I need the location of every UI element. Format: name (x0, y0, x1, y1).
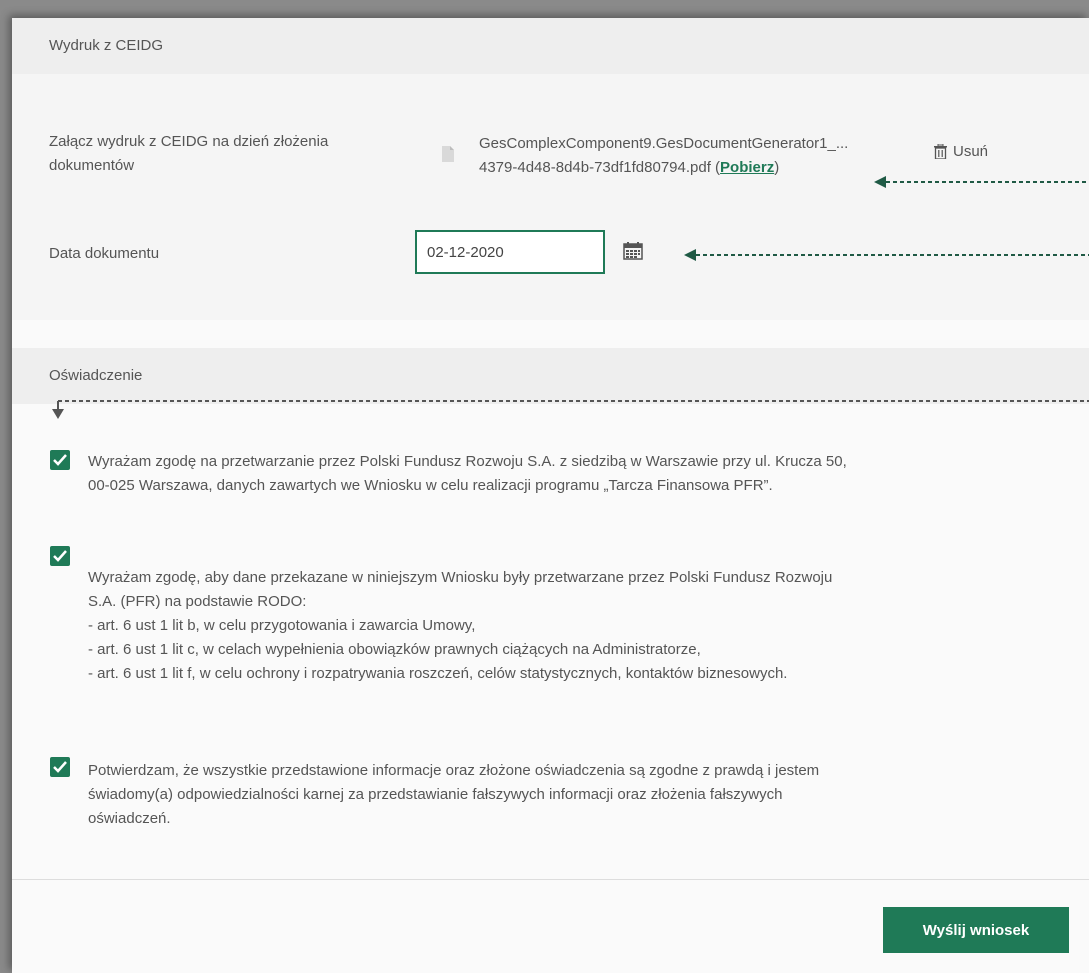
application-form: Wydruk z CEIDG Załącz wydruk z CEIDG na … (12, 18, 1089, 973)
consent-text-1: Wyrażam zgodę na przetwarzanie przez Pol… (88, 453, 847, 494)
attach-label: Załącz wydruk z CEIDG na dzień złożenia … (49, 133, 329, 174)
annotation-arrow-date (684, 249, 1089, 261)
file-name-close: ) (774, 159, 780, 176)
file-name-line2: 4379-4d48-8d4b-73df1fd80794.pdf (Pobierz… (479, 156, 929, 180)
ceidg-panel (12, 74, 1089, 320)
checkmark-icon (53, 761, 67, 773)
download-link[interactable]: Pobierz (720, 159, 774, 176)
trash-icon (934, 144, 947, 159)
attached-file-name: GesComplexComponent9.GesDocumentGenerato… (479, 132, 929, 180)
consent-text-2: Wyrażam zgodę, aby dane przekazane w nin… (88, 569, 833, 682)
calendar-icon[interactable] (623, 242, 643, 260)
footer-divider (12, 879, 1089, 880)
date-label: Data dokumentu (49, 245, 160, 262)
annotation-arrow-statement (52, 400, 1089, 419)
submit-application-button[interactable]: Wyślij wniosek (883, 907, 1069, 953)
consent-checkbox-1[interactable] (50, 450, 70, 470)
remove-file-label: Usuń (953, 143, 989, 160)
consent-text-3: Potwierdzam, że wszystkie przedstawione … (88, 762, 820, 827)
file-name-text: 4379-4d48-8d4b-73df1fd80794.pdf ( (479, 159, 721, 176)
file-name-line1: GesComplexComponent9.GesDocumentGenerato… (479, 135, 849, 152)
document-date-input[interactable] (415, 230, 605, 274)
checkmark-icon (53, 454, 67, 466)
annotation-arrow-file (874, 176, 1089, 188)
consent-checkbox-2[interactable] (50, 546, 70, 566)
file-icon (442, 146, 454, 162)
remove-file-button[interactable]: Usuń (934, 143, 988, 160)
section-header-ceidg: Wydruk z CEIDG (12, 18, 1089, 74)
consent-checkbox-3[interactable] (50, 757, 70, 777)
checkmark-icon (53, 550, 67, 562)
